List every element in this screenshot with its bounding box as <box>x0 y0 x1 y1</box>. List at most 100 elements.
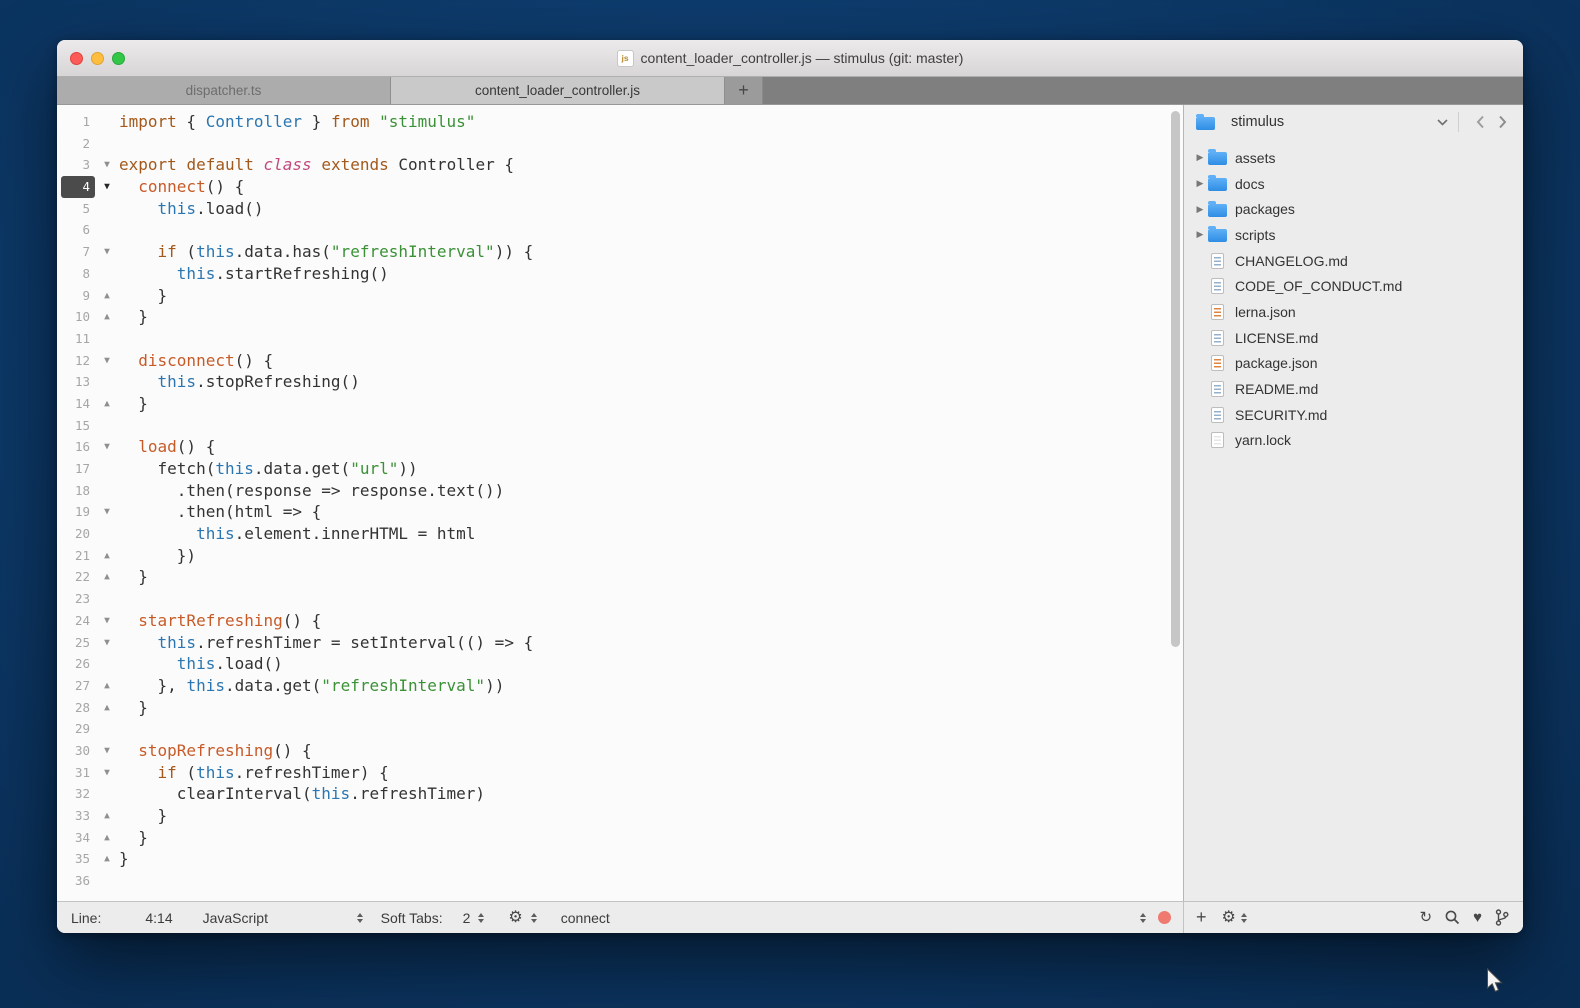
new-tab-button[interactable]: + <box>725 77 763 104</box>
sidebar-file-package.json[interactable]: package.json <box>1184 351 1523 377</box>
code-line[interactable]: 22▲ } <box>57 566 1183 588</box>
code-editor[interactable]: 1import { Controller } from "stimulus"23… <box>57 105 1183 901</box>
line-number[interactable]: 10 <box>61 306 95 328</box>
fold-up-icon[interactable]: ▲ <box>95 306 119 328</box>
sidebar-file-LICENSE.md[interactable]: LICENSE.md <box>1184 325 1523 351</box>
code-line[interactable]: 4▼ connect() { <box>57 176 1183 198</box>
line-number[interactable]: 33 <box>61 805 95 827</box>
code-line[interactable]: 27▲ }, this.data.get("refreshInterval")) <box>57 675 1183 697</box>
fold-up-icon[interactable]: ▲ <box>95 393 119 415</box>
code-line[interactable]: 9▲ } <box>57 285 1183 307</box>
code-line[interactable]: 33▲ } <box>57 805 1183 827</box>
line-number[interactable]: 15 <box>61 415 95 437</box>
search-button[interactable] <box>1445 910 1460 925</box>
line-number[interactable]: 3 <box>61 154 95 176</box>
line-number[interactable]: 27 <box>61 675 95 697</box>
code-line[interactable]: 21▲ }) <box>57 545 1183 567</box>
code-line[interactable]: 34▲ } <box>57 827 1183 849</box>
fold-down-icon[interactable]: ▼ <box>95 740 119 762</box>
sidebar-gear-popup[interactable]: ⚙ <box>1222 910 1247 926</box>
disclosure-triangle-icon[interactable]: ▶ <box>1192 204 1208 215</box>
disclosure-triangle-icon[interactable]: ▶ <box>1192 178 1208 189</box>
fold-up-icon[interactable]: ▲ <box>95 285 119 307</box>
add-item-button[interactable]: + <box>1196 907 1207 928</box>
scm-branch-button[interactable] <box>1495 909 1509 926</box>
forward-button[interactable] <box>1491 115 1513 129</box>
language-popup[interactable]: JavaScript <box>203 910 363 926</box>
code-line[interactable]: 5 this.load() <box>57 198 1183 220</box>
code-line[interactable]: 11 <box>57 328 1183 350</box>
line-number[interactable]: 18 <box>61 480 95 502</box>
line-number[interactable]: 14 <box>61 393 95 415</box>
line-number[interactable]: 11 <box>61 328 95 350</box>
line-number[interactable]: 8 <box>61 263 95 285</box>
code-line[interactable]: 12▼ disconnect() { <box>57 350 1183 372</box>
line-number[interactable]: 25 <box>61 632 95 654</box>
code-line[interactable]: 16▼ load() { <box>57 436 1183 458</box>
code-line[interactable]: 7▼ if (this.data.has("refreshInterval"))… <box>57 241 1183 263</box>
back-button[interactable] <box>1469 115 1491 129</box>
editor-tab[interactable]: dispatcher.ts <box>57 77 391 104</box>
code-line[interactable]: 32 clearInterval(this.refreshTimer) <box>57 783 1183 805</box>
line-number[interactable]: 30 <box>61 740 95 762</box>
line-number[interactable]: 5 <box>61 198 95 220</box>
code-line[interactable]: 6 <box>57 219 1183 241</box>
disclosure-triangle-icon[interactable]: ▶ <box>1192 229 1208 240</box>
line-number[interactable]: 24 <box>61 610 95 632</box>
fold-down-icon[interactable]: ▼ <box>95 176 119 198</box>
line-number[interactable]: 2 <box>61 133 95 155</box>
fold-up-icon[interactable]: ▲ <box>95 697 119 719</box>
line-number[interactable]: 36 <box>61 870 95 892</box>
project-switcher[interactable]: stimulus <box>1184 105 1523 139</box>
code-line[interactable]: 23 <box>57 588 1183 610</box>
line-number[interactable]: 13 <box>61 371 95 393</box>
fold-down-icon[interactable]: ▼ <box>95 762 119 784</box>
line-number[interactable]: 32 <box>61 783 95 805</box>
sidebar-file-CHANGELOG.md[interactable]: CHANGELOG.md <box>1184 248 1523 274</box>
code-line[interactable]: 30▼ stopRefreshing() { <box>57 740 1183 762</box>
fold-down-icon[interactable]: ▼ <box>95 610 119 632</box>
fold-up-icon[interactable]: ▲ <box>95 848 119 870</box>
sidebar-file-SECURITY.md[interactable]: SECURITY.md <box>1184 402 1523 428</box>
code-line[interactable]: 14▲ } <box>57 393 1183 415</box>
line-number[interactable]: 34 <box>61 827 95 849</box>
line-number[interactable]: 23 <box>61 588 95 610</box>
line-number[interactable]: 29 <box>61 718 95 740</box>
symbol-popup[interactable]: connect <box>561 910 1146 926</box>
code-line[interactable]: 36 <box>57 870 1183 892</box>
sidebar-folder-packages[interactable]: ▶packages <box>1184 196 1523 222</box>
vertical-scrollbar[interactable] <box>1171 111 1180 647</box>
fold-up-icon[interactable]: ▲ <box>95 805 119 827</box>
sidebar-folder-docs[interactable]: ▶docs <box>1184 171 1523 197</box>
line-number[interactable]: 31 <box>61 762 95 784</box>
zoom-button[interactable] <box>112 52 125 65</box>
line-number[interactable]: 22 <box>61 566 95 588</box>
code-line[interactable]: 17 fetch(this.data.get("url")) <box>57 458 1183 480</box>
sidebar-file-lerna.json[interactable]: lerna.json <box>1184 299 1523 325</box>
sidebar-file-README.md[interactable]: README.md <box>1184 376 1523 402</box>
editor-tab[interactable]: content_loader_controller.js <box>391 77 725 104</box>
code-line[interactable]: 20 this.element.innerHTML = html <box>57 523 1183 545</box>
code-line[interactable]: 3▼export default class extends Controlle… <box>57 154 1183 176</box>
line-number[interactable]: 28 <box>61 697 95 719</box>
line-number[interactable]: 20 <box>61 523 95 545</box>
line-number[interactable]: 1 <box>61 111 95 133</box>
line-number[interactable]: 7 <box>61 241 95 263</box>
fold-down-icon[interactable]: ▼ <box>95 154 119 176</box>
code-line[interactable]: 13 this.stopRefreshing() <box>57 371 1183 393</box>
sidebar-file-CODE_OF_CONDUCT.md[interactable]: CODE_OF_CONDUCT.md <box>1184 273 1523 299</box>
line-number[interactable]: 12 <box>61 350 95 372</box>
code-line[interactable]: 28▲ } <box>57 697 1183 719</box>
code-line[interactable]: 35▲} <box>57 848 1183 870</box>
fold-up-icon[interactable]: ▲ <box>95 545 119 567</box>
fold-down-icon[interactable]: ▼ <box>95 632 119 654</box>
line-number[interactable]: 9 <box>61 285 95 307</box>
fold-down-icon[interactable]: ▼ <box>95 436 119 458</box>
code-line[interactable]: 19▼ .then(html => { <box>57 501 1183 523</box>
line-number[interactable]: 17 <box>61 458 95 480</box>
code-line[interactable]: 8 this.startRefreshing() <box>57 263 1183 285</box>
code-line[interactable]: 29 <box>57 718 1183 740</box>
line-number[interactable]: 21 <box>61 545 95 567</box>
fold-down-icon[interactable]: ▼ <box>95 241 119 263</box>
fold-up-icon[interactable]: ▲ <box>95 675 119 697</box>
